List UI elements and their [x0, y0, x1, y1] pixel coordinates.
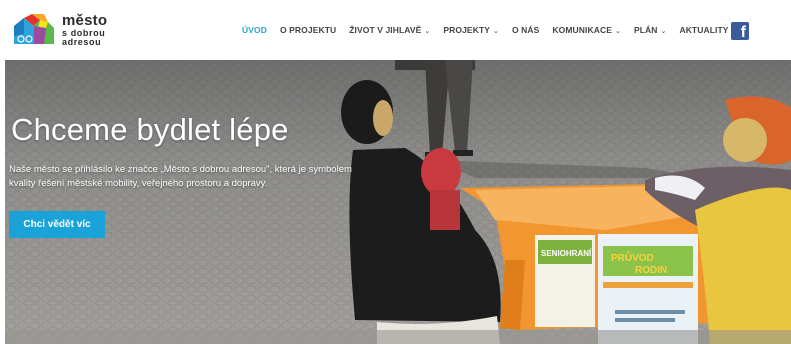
- chevron-down-icon: ⌄: [424, 28, 431, 35]
- poster-right-text-1: PRŮVOD: [611, 250, 654, 264]
- logo-text: město s dobrou adresou: [62, 13, 107, 47]
- chci-vedet-vic-button[interactable]: Chci vědět víc: [9, 211, 105, 238]
- poster-right-text-2: RODIN: [635, 265, 667, 276]
- nav-item-komunikace[interactable]: KOMUNIKACE ⌄: [552, 25, 621, 35]
- poster-left-text: SENIOHRANÍ: [541, 249, 592, 258]
- nav-item-label: PROJEKTY: [443, 25, 491, 35]
- logo-line-3: adresou: [62, 37, 102, 47]
- hero-banner: SENIOHRANÍ PRŮVOD RODIN Chceme bydlet lé…: [5, 60, 791, 344]
- nav-item-label: O NÁS: [511, 25, 540, 35]
- hero-photo: SENIOHRANÍ PRŮVOD RODIN: [5, 60, 791, 344]
- nav-item-uvod[interactable]: ÚVOD: [242, 25, 267, 35]
- nav-item-label: ÚVOD: [242, 25, 267, 35]
- nav-item-aktuality[interactable]: AKTUALITY: [679, 25, 728, 35]
- nav-item-label: PLÁN: [633, 25, 658, 35]
- chevron-down-icon: ⌄: [493, 28, 499, 35]
- site-logo[interactable]: město s dobrou adresou: [10, 10, 110, 50]
- site-header: město s dobrou adresou ÚVOD O PROJEKTU Ž…: [0, 0, 791, 60]
- chevron-down-icon: ⌄: [660, 28, 667, 35]
- nav-item-label: AKTUALITY: [679, 25, 729, 35]
- nav-item-plan[interactable]: PLÁN ⌄: [634, 25, 667, 35]
- hero-title: Chceme bydlet lépe: [11, 112, 289, 147]
- main-nav: ÚVOD O PROJEKTU ŽIVOT V JIHLAVĚ ⌄ PROJEKT…: [242, 0, 742, 60]
- facebook-icon[interactable]: f: [731, 22, 749, 41]
- nav-item-projekty[interactable]: PROJEKTY ⌄: [443, 25, 499, 35]
- facebook-glyph: f: [740, 24, 746, 41]
- nav-item-label: O PROJEKTU: [279, 25, 337, 35]
- nav-item-zivot-v-jihlave[interactable]: ŽIVOT V JIHLAVĚ ⌄: [349, 25, 430, 35]
- logo-mark-icon: [14, 14, 54, 44]
- hero-description: Naše město se přihlásilo ke značce „Měst…: [9, 164, 352, 189]
- nav-item-o-nas[interactable]: O NÁS: [512, 25, 539, 35]
- chevron-down-icon: ⌄: [614, 28, 621, 35]
- nav-item-label: ŽIVOT V JIHLAVĚ: [349, 25, 422, 35]
- nav-item-label: KOMUNIKACE: [552, 25, 612, 35]
- nav-item-o-projektu[interactable]: O PROJEKTU: [280, 25, 336, 35]
- logo-line-1: město: [62, 12, 108, 29]
